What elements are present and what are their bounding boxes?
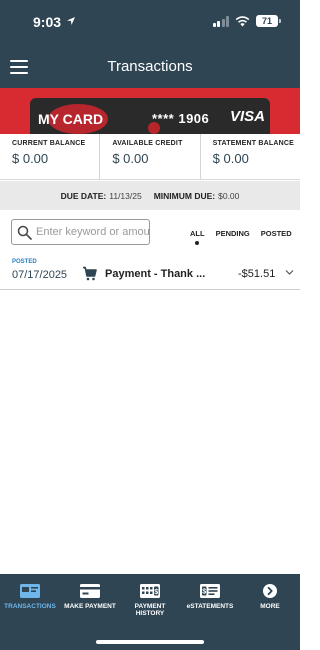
card-banner: MY CARD **** 1906 VISA (0, 88, 300, 134)
nav-transactions-label: TRANSACTIONS (4, 603, 56, 610)
card-icon (80, 584, 100, 598)
available-credit: AVAILABLE CREDIT $ 0.00 (99, 134, 199, 179)
nav-more-label: MORE (260, 603, 280, 610)
cellular-signal-icon (212, 15, 229, 27)
page-title: Transactions (107, 58, 193, 75)
current-balance-label: CURRENT BALANCE (12, 140, 86, 147)
nav-make-payment[interactable]: MAKE PAYMENT (60, 574, 120, 650)
app-header: 9:03 71 Transactions (0, 0, 300, 88)
search-input[interactable] (36, 226, 149, 238)
filter-pending[interactable]: PENDING (216, 229, 250, 238)
transaction-row[interactable]: POSTED 07/17/2025 Payment - Thank ... -$… (0, 255, 300, 290)
available-credit-label: AVAILABLE CREDIT (112, 140, 183, 147)
transaction-description: Payment - Thank ... (105, 268, 206, 280)
nav-payment-history-label: PAYMENT HISTORY (134, 603, 166, 617)
transaction-amount: -$51.51 (238, 268, 276, 280)
status-time: 9:03 (33, 14, 62, 30)
transaction-filters: ALL PENDING POSTED (190, 229, 292, 238)
current-balance-value: $ 0.00 (12, 151, 49, 166)
battery-icon: 71 (256, 15, 281, 27)
due-summary: DUE DATE: 11/13/25 MINIMUM DUE: $0.00 (0, 181, 300, 210)
statement-balance: STATEMENT BALANCE $ 0.00 (199, 134, 300, 179)
home-indicator (96, 640, 204, 644)
transaction-date: 07/17/2025 (12, 269, 68, 281)
card-image: MY CARD **** 1906 VISA (30, 98, 270, 134)
filter-posted[interactable]: POSTED (261, 229, 292, 238)
current-balance: CURRENT BALANCE $ 0.00 (0, 134, 99, 179)
minimum-due-label: MINIMUM DUE: (153, 190, 216, 201)
statement-balance-label: STATEMENT BALANCE (212, 140, 294, 147)
card-list-icon (20, 584, 40, 598)
search-box[interactable] (11, 219, 150, 245)
calendar-icon: $ (140, 584, 160, 598)
nav-payment-history[interactable]: $ PAYMENT HISTORY (120, 574, 180, 650)
shopping-cart-icon (83, 266, 97, 281)
status-icons: 71 (212, 15, 281, 27)
svg-text:$: $ (202, 589, 206, 596)
nav-estatements[interactable]: $ eSTATEMENTS (180, 574, 240, 650)
card-number: **** 1906 (152, 111, 210, 126)
nav-transactions[interactable]: TRANSACTIONS (0, 574, 60, 650)
due-date-value: 11/13/25 (109, 190, 142, 201)
due-date-label: DUE DATE: (60, 190, 107, 201)
available-credit-value: $ 0.00 (112, 151, 149, 166)
chevron-down-icon[interactable] (285, 269, 294, 276)
balances-summary: CURRENT BALANCE $ 0.00 AVAILABLE CREDIT … (0, 134, 300, 180)
wifi-icon (235, 15, 250, 26)
transaction-status: POSTED (12, 259, 37, 265)
statement-icon: $ (200, 584, 220, 598)
card-brand-logo: VISA (230, 108, 266, 125)
card-name: MY CARD (38, 111, 104, 127)
nav-make-payment-label: MAKE PAYMENT (64, 603, 116, 610)
minimum-due-value: $0.00 (218, 190, 240, 201)
filter-all[interactable]: ALL (190, 229, 205, 238)
statement-balance-value: $ 0.00 (212, 151, 249, 166)
location-arrow-icon (67, 17, 75, 25)
svg-text:$: $ (154, 589, 158, 596)
chevron-circle-icon (263, 584, 277, 598)
nav-more[interactable]: MORE (240, 574, 300, 650)
search-icon (17, 225, 32, 240)
bottom-navigation: TRANSACTIONS MAKE PAYMENT $ PAYMENT HIST… (0, 574, 300, 650)
nav-estatements-label: eSTATEMENTS (186, 603, 234, 610)
